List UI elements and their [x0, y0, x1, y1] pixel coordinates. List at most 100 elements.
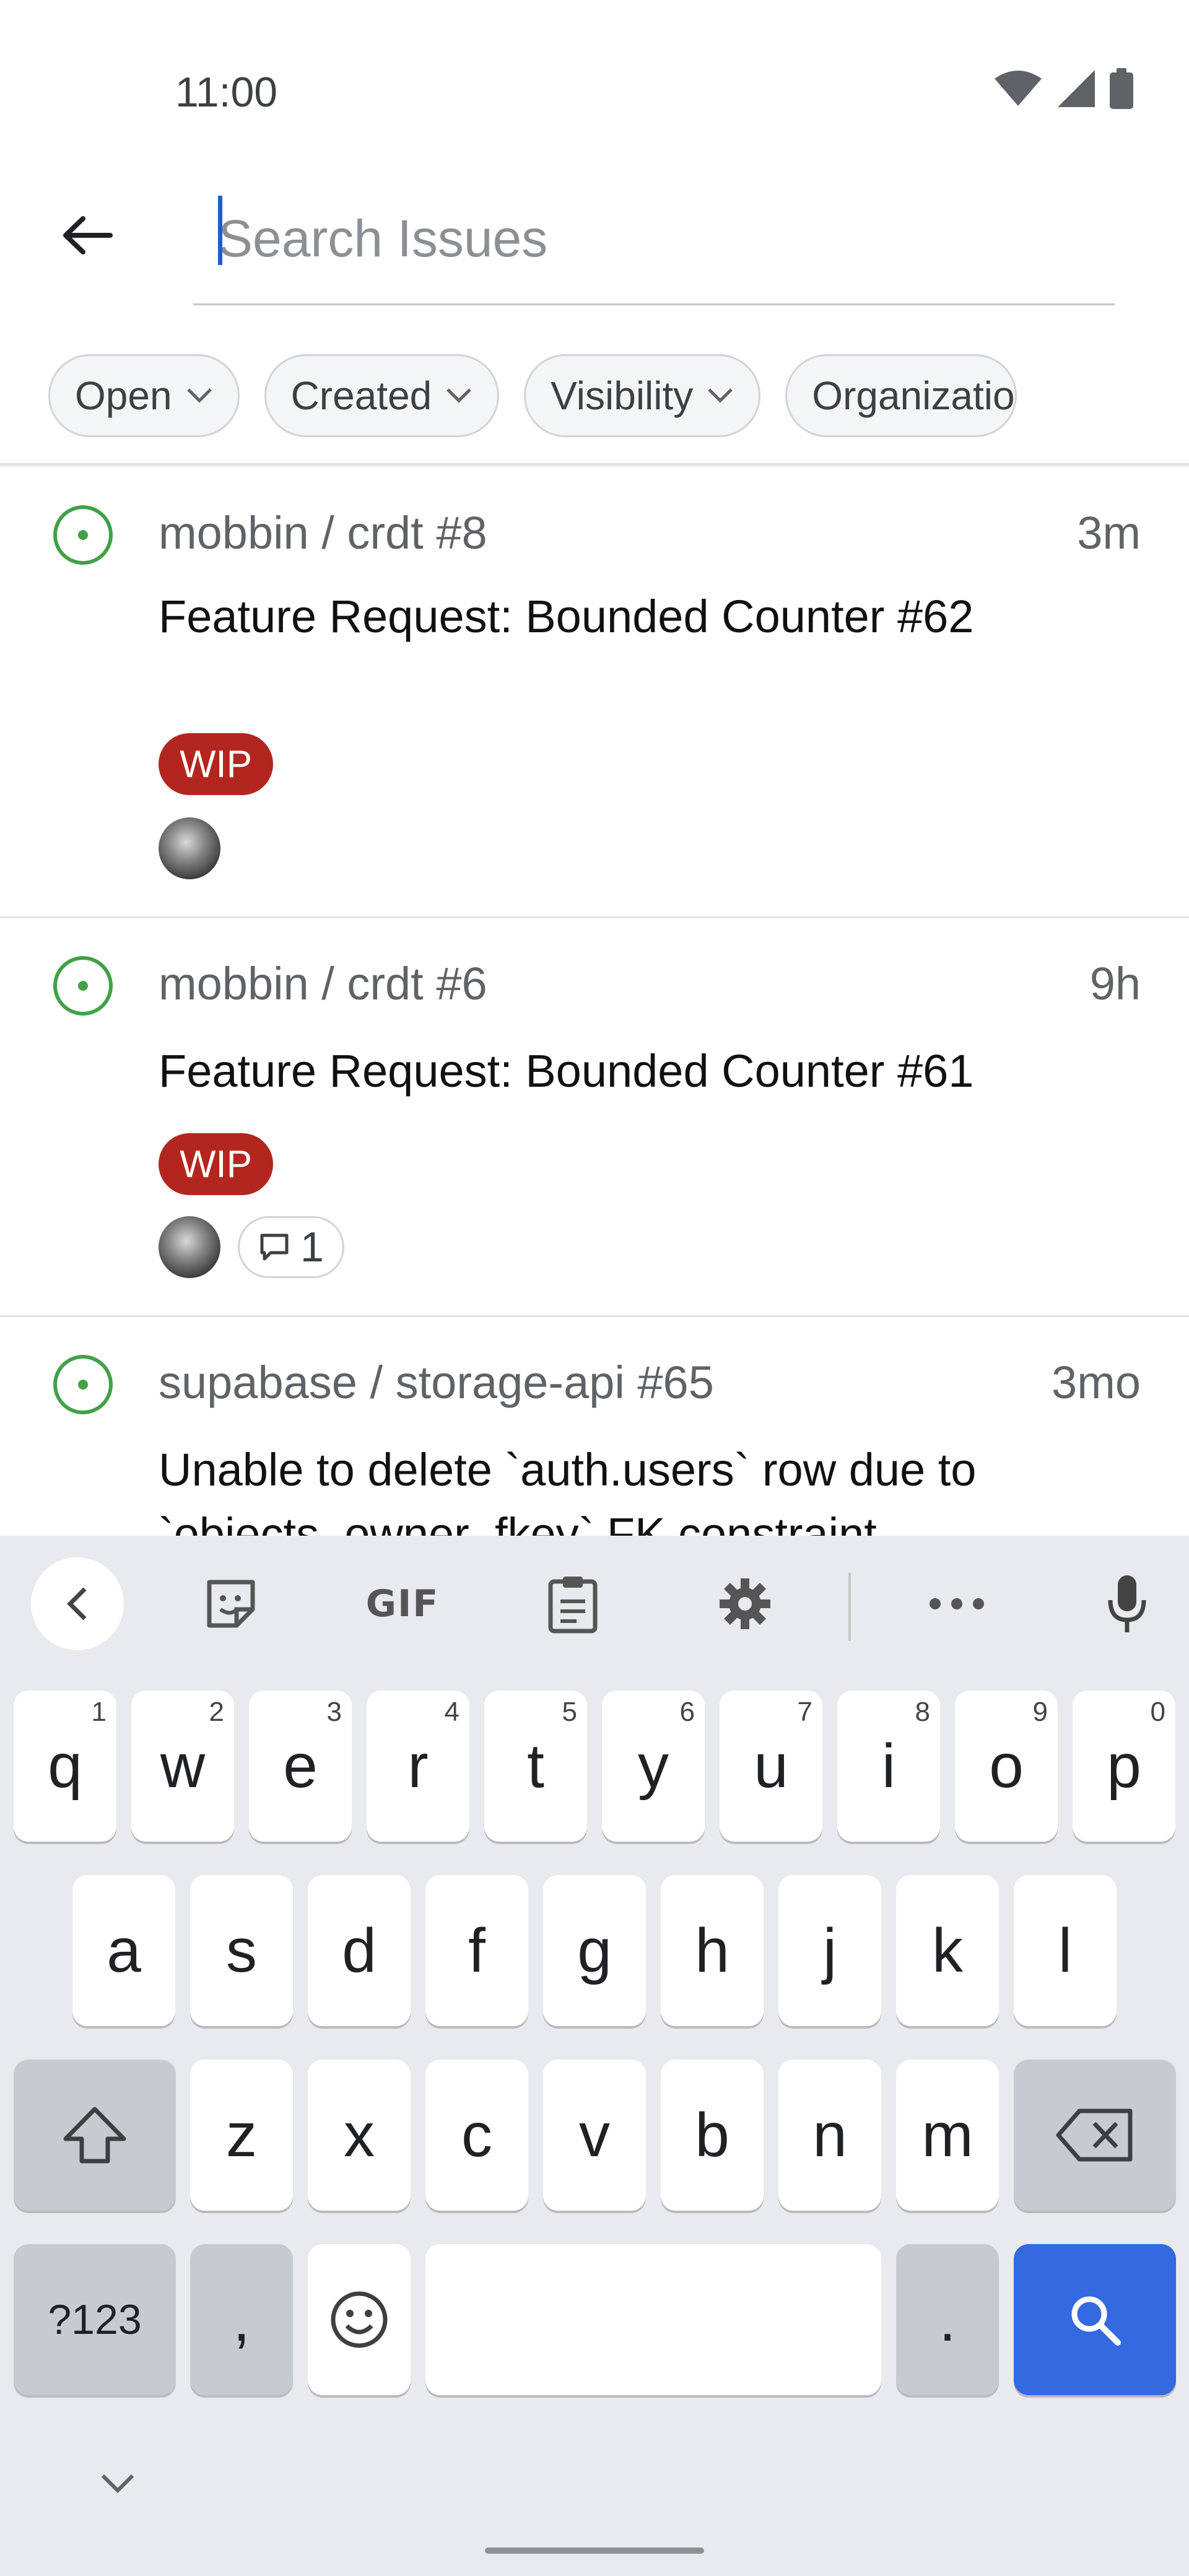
more-horizontal-icon — [930, 1598, 984, 1609]
avatar — [159, 1216, 220, 1278]
sticker-button[interactable] — [197, 1567, 265, 1641]
wip-label: WIP — [159, 733, 274, 795]
filter-created-chip[interactable]: Created — [264, 354, 500, 437]
open-issue-icon — [53, 1355, 113, 1414]
open-issue-icon — [53, 956, 113, 1016]
key-s[interactable]: s — [190, 1875, 293, 2026]
issue-title: Feature Request: Bounded Counter #62 — [159, 591, 974, 642]
backspace-key[interactable] — [1014, 2060, 1176, 2211]
key-k[interactable]: k — [896, 1875, 999, 2026]
open-issue-icon — [53, 505, 113, 565]
issue-title: Feature Request: Bounded Counter #61 — [159, 1045, 974, 1097]
hide-keyboard-chevron-icon[interactable] — [99, 2471, 136, 2496]
key-hint: 8 — [915, 1697, 930, 1727]
period-key[interactable]: . — [896, 2244, 999, 2395]
key-y[interactable]: y6 — [602, 1690, 705, 1842]
key-z[interactable]: z — [190, 2060, 293, 2211]
key-i[interactable]: i8 — [837, 1690, 940, 1842]
issue-row[interactable]: mobbin / crdt #6 9h Feature Request: Bou… — [0, 916, 1189, 1317]
search-action-key[interactable] — [1014, 2244, 1176, 2395]
search-input[interactable] — [218, 204, 1085, 272]
issue-repo: mobbin / crdt #8 — [159, 507, 487, 559]
key-hint: 4 — [444, 1697, 459, 1727]
space-key[interactable] — [425, 2244, 881, 2395]
emoji-key[interactable] — [308, 2244, 411, 2395]
key-h[interactable]: h — [661, 1875, 764, 2026]
key-hint: 3 — [326, 1697, 342, 1727]
search-icon — [1071, 2296, 1121, 2346]
backspace-icon — [1056, 2108, 1133, 2162]
text-cursor — [218, 196, 222, 265]
key-d[interactable]: d — [308, 1875, 411, 2026]
key-letter: e — [283, 1731, 318, 1801]
filter-open-chip[interactable]: Open — [48, 354, 240, 437]
comma-key[interactable]: , — [190, 2244, 293, 2395]
search-field[interactable] — [193, 186, 1115, 305]
keyboard-back-button[interactable] — [31, 1557, 124, 1650]
avatar — [159, 817, 220, 879]
keyboard-toolbar: GIF — [0, 1536, 1189, 1672]
battery-icon — [1110, 68, 1133, 109]
issue-repo: mobbin / crdt #6 — [159, 958, 487, 1009]
comment-count-badge: 1 — [238, 1216, 344, 1278]
issue-repo: supabase / storage-api #65 — [159, 1357, 714, 1408]
key-hint: 0 — [1150, 1697, 1165, 1727]
key-l[interactable]: l — [1014, 1875, 1117, 2026]
key-p[interactable]: p0 — [1073, 1690, 1175, 1842]
status-icons — [993, 68, 1133, 109]
back-button[interactable] — [56, 204, 118, 266]
key-letter: q — [48, 1731, 82, 1801]
key-r[interactable]: r4 — [367, 1690, 469, 1842]
status-time: 11:00 — [175, 69, 278, 116]
key-x[interactable]: x — [308, 2060, 411, 2211]
shift-key[interactable] — [14, 2060, 176, 2211]
key-e[interactable]: e3 — [249, 1690, 352, 1842]
key-hint: 9 — [1032, 1697, 1048, 1727]
key-w[interactable]: w2 — [131, 1690, 234, 1842]
issue-age: 9h — [1089, 958, 1141, 1009]
key-letter: i — [881, 1731, 896, 1801]
key-c[interactable]: c — [425, 2060, 528, 2211]
clipboard-button[interactable] — [539, 1567, 607, 1641]
voice-input-button[interactable] — [1096, 1567, 1158, 1641]
key-v[interactable]: v — [543, 2060, 646, 2211]
symbols-key[interactable]: ?123 — [14, 2244, 176, 2395]
gif-button[interactable]: GIF — [359, 1567, 446, 1641]
key-u[interactable]: u7 — [720, 1690, 822, 1842]
key-hint: 7 — [797, 1697, 812, 1727]
arrow-back-icon — [63, 216, 113, 255]
key-letter: w — [160, 1731, 206, 1801]
chip-label: Created — [290, 373, 432, 418]
emoji-icon — [331, 2291, 388, 2348]
key-t[interactable]: t5 — [484, 1690, 587, 1842]
key-j[interactable]: j — [778, 1875, 881, 2026]
chevron-down-icon — [708, 388, 733, 403]
chevron-down-icon — [446, 388, 472, 403]
settings-button[interactable] — [711, 1567, 779, 1641]
filter-organization-chip[interactable]: Organizatio — [785, 354, 1017, 437]
key-letter: u — [754, 1731, 788, 1801]
key-letter: p — [1107, 1731, 1141, 1801]
key-b[interactable]: b — [661, 2060, 764, 2211]
key-o[interactable]: o9 — [955, 1690, 1058, 1842]
wip-label: WIP — [159, 1133, 274, 1195]
key-letter: y — [638, 1731, 669, 1801]
issue-age: 3mo — [1052, 1357, 1141, 1408]
key-hint: 2 — [209, 1697, 224, 1727]
more-button[interactable] — [923, 1567, 991, 1641]
shift-icon — [63, 2107, 126, 2164]
issue-row[interactable]: mobbin / crdt #8 3m Feature Request: Bou… — [0, 466, 1189, 918]
key-n[interactable]: n — [778, 2060, 881, 2211]
chip-label: Open — [75, 373, 172, 418]
filter-visibility-chip[interactable]: Visibility — [524, 354, 761, 437]
key-a[interactable]: a — [72, 1875, 175, 2026]
clipboard-icon — [548, 1577, 598, 1634]
key-m[interactable]: m — [896, 2060, 999, 2211]
toolbar-separator — [848, 1573, 851, 1641]
key-f[interactable]: f — [425, 1875, 528, 2026]
microphone-icon — [1108, 1575, 1146, 1632]
gesture-nav-handle[interactable] — [485, 2548, 704, 2554]
key-g[interactable]: g — [543, 1875, 646, 2026]
key-q[interactable]: q1 — [14, 1690, 116, 1842]
chevron-down-icon — [186, 388, 212, 403]
